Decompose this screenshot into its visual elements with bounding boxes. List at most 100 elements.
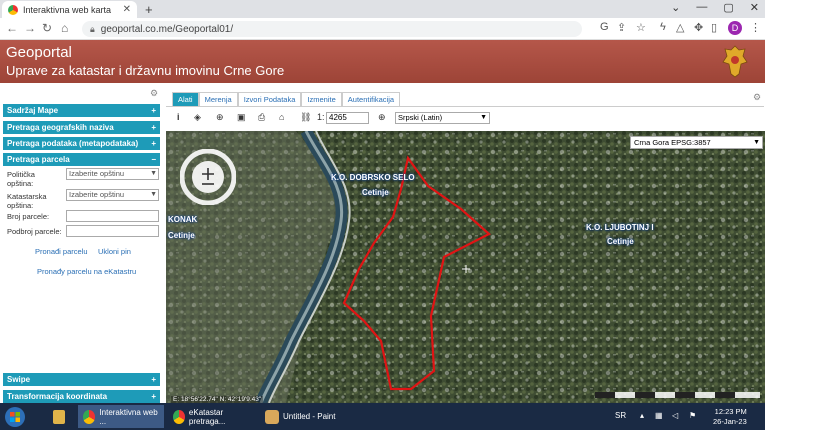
tab-search-icon[interactable]: ⌄: [671, 1, 680, 14]
section-swipe[interactable]: Swipe +: [3, 373, 160, 386]
taskbar-app-label: Interaktivna web ...: [99, 407, 158, 426]
tab-alati[interactable]: Alati: [172, 92, 199, 106]
site-header: Geoportal Uprave za katastar i državnu i…: [0, 40, 765, 83]
tab-izvori-podataka[interactable]: Izvori Podataka: [237, 92, 302, 106]
map-label-dobrsko: K.O. DOBRSKO SELO: [331, 173, 415, 182]
taskbar-app-chrome-1[interactable]: Interaktivna web ...: [78, 405, 164, 428]
find-parcel-link[interactable]: Pronađi parcelu: [35, 247, 88, 256]
podbroj-parcele-input[interactable]: [66, 225, 159, 237]
section-sadrzaj-mape[interactable]: Sadržaj Mape +: [3, 104, 160, 117]
zoom-extent-icon[interactable]: ⊕: [216, 112, 224, 123]
expand-icon: +: [151, 392, 156, 401]
politicka-label: Politička opština:: [7, 170, 35, 188]
section-pretraga-geografskih[interactable]: Pretraga geografskih naziva +: [3, 121, 160, 134]
tray-arrow-icon[interactable]: ▴: [640, 411, 644, 420]
section-transformacija[interactable]: Transformacija koordinata +: [3, 390, 160, 403]
empty-margin: [765, 0, 840, 430]
home-icon[interactable]: ⌂: [61, 21, 68, 35]
browser-tab-title: Interaktivna web karta: [23, 4, 112, 15]
taskbar-app-chrome-2[interactable]: eKatastar pretraga...: [168, 405, 256, 428]
forward-icon[interactable]: →: [24, 21, 36, 35]
pan-zoom-control[interactable]: [180, 149, 236, 205]
broj-parcele-input[interactable]: [66, 210, 159, 222]
section-label: Pretraga geografskih naziva: [7, 123, 114, 132]
politicka-opstina-select[interactable]: Izaberite opštinu ▼: [66, 168, 159, 180]
save-icon[interactable]: ▣: [237, 112, 246, 123]
bookmark-star-icon[interactable]: ☆: [636, 21, 646, 34]
map-tabs: Alati Merenja Izvori Podataka Izmenite A…: [172, 92, 401, 106]
tab-izmenite[interactable]: Izmenite: [301, 92, 342, 106]
window-controls: ⌄ — ▢ ✕: [671, 1, 759, 14]
url-field[interactable]: 🔒︎ geoportal.co.me/Geoportal01/: [82, 21, 582, 37]
settings-gear-icon[interactable]: ⚙: [753, 92, 761, 103]
katastarska-opstina-select[interactable]: Izaberite opštinu ▼: [66, 189, 159, 201]
layers-icon[interactable]: ◈: [194, 112, 201, 123]
expand-icon: +: [151, 123, 156, 132]
dropdown-arrow-icon: ▼: [150, 191, 157, 198]
tabs-divider: [166, 106, 764, 107]
sidepanel-icon[interactable]: ▯: [711, 21, 717, 34]
maximize-button[interactable]: ▢: [723, 1, 733, 14]
link-icon[interactable]: ⛓: [300, 112, 311, 123]
map-label-cetinje-2: Cetinje: [607, 237, 634, 246]
section-pretraga-parcela[interactable]: Pretraga parcela −: [3, 153, 160, 166]
print-icon[interactable]: ⎙: [258, 112, 265, 123]
section-label: Pretraga podataka (metapodataka): [7, 139, 139, 148]
tab-merenja[interactable]: Merenja: [198, 92, 238, 106]
drive-icon[interactable]: △: [676, 21, 684, 34]
select-value: Crna Gora EPSG:3857: [634, 138, 711, 147]
section-label: Transformacija koordinata: [7, 392, 108, 401]
language-select[interactable]: Srpski (Latin) ▼: [395, 112, 490, 124]
app-frame: Interaktivna web karta ✕ + ⌄ — ▢ ✕ ← → ↻…: [0, 0, 765, 430]
browser-tab[interactable]: Interaktivna web karta ✕: [2, 1, 137, 18]
extension-icon[interactable]: ϟ: [660, 21, 666, 33]
info-icon[interactable]: i: [177, 112, 180, 122]
map-label-ljubotinj: K.O. LJUBOTINJ I: [586, 223, 654, 232]
katastarska-label: Katastarska opština:: [7, 192, 47, 210]
chrome-icon: [83, 409, 96, 424]
map-label-cetinje-3: Cetinje: [168, 231, 195, 240]
map-label-konak: KONAK: [168, 215, 198, 224]
tray-network-icon[interactable]: ▦: [655, 411, 663, 420]
home-icon[interactable]: ⌂: [279, 112, 284, 122]
close-window-button[interactable]: ✕: [750, 1, 759, 14]
cursor-coordinates: E: 18°56'22.74" N: 42°19'9.43": [171, 396, 264, 403]
crs-select[interactable]: Crna Gora EPSG:3857 ▼: [630, 136, 763, 149]
section-pretraga-podataka[interactable]: Pretraga podataka (metapodataka) +: [3, 137, 160, 150]
chrome-favicon-icon: [8, 4, 18, 15]
tab-autentifikacija[interactable]: Autentifikacija: [341, 92, 401, 106]
close-tab-icon[interactable]: ✕: [123, 4, 131, 15]
explorer-taskbar-icon[interactable]: [48, 405, 70, 428]
left-panel: ⚙ Sadržaj Mape + Pretraga geografskih na…: [0, 88, 162, 403]
reload-icon[interactable]: ↻: [42, 21, 52, 35]
google-icon[interactable]: G: [600, 21, 609, 33]
expand-icon: +: [151, 106, 156, 115]
system-clock[interactable]: 12:23 PM 26-Jan-23: [713, 407, 747, 427]
share-icon[interactable]: ⇪: [617, 21, 626, 34]
new-tab-button[interactable]: +: [145, 2, 153, 17]
puzzle-icon[interactable]: ✥: [694, 21, 703, 34]
taskbar-app-label: eKatastar pretraga...: [188, 407, 226, 426]
back-icon[interactable]: ←: [6, 21, 18, 35]
os-taskbar: Interaktivna web ... eKatastar pretraga.…: [0, 403, 765, 430]
tray-flag-icon[interactable]: ⚑: [689, 411, 696, 420]
map-label-cetinje-1: Cetinje: [362, 188, 389, 197]
tray-language[interactable]: SR: [615, 411, 626, 420]
collapse-icon: −: [151, 155, 156, 164]
tray-volume-icon[interactable]: ◁: [672, 411, 678, 420]
scale-input[interactable]: 4265: [326, 112, 369, 124]
clock-date: 26-Jan-23: [713, 417, 747, 426]
zoom-scale-icon[interactable]: ⊕: [378, 112, 386, 123]
taskbar-app-paint[interactable]: Untitled - Paint: [260, 405, 344, 428]
map-canvas[interactable]: K.O. DOBRSKO SELO Cetinje K.O. LJUBOTINJ…: [166, 131, 765, 403]
profile-avatar[interactable]: D: [728, 21, 742, 35]
broj-parcele-label: Broj parcele:: [7, 212, 50, 221]
url-text: geoportal.co.me/Geoportal01/: [100, 23, 234, 35]
minimize-button[interactable]: —: [696, 1, 707, 14]
remove-pin-link[interactable]: Ukloni pin: [98, 247, 131, 256]
menu-icon[interactable]: ⋮: [750, 21, 761, 34]
ekatastar-link[interactable]: Pronađy parcelu na eKatastru: [37, 267, 136, 276]
windows-start-icon[interactable]: [4, 406, 26, 428]
paint-icon: [265, 409, 279, 424]
settings-gear-icon[interactable]: ⚙: [150, 88, 158, 99]
